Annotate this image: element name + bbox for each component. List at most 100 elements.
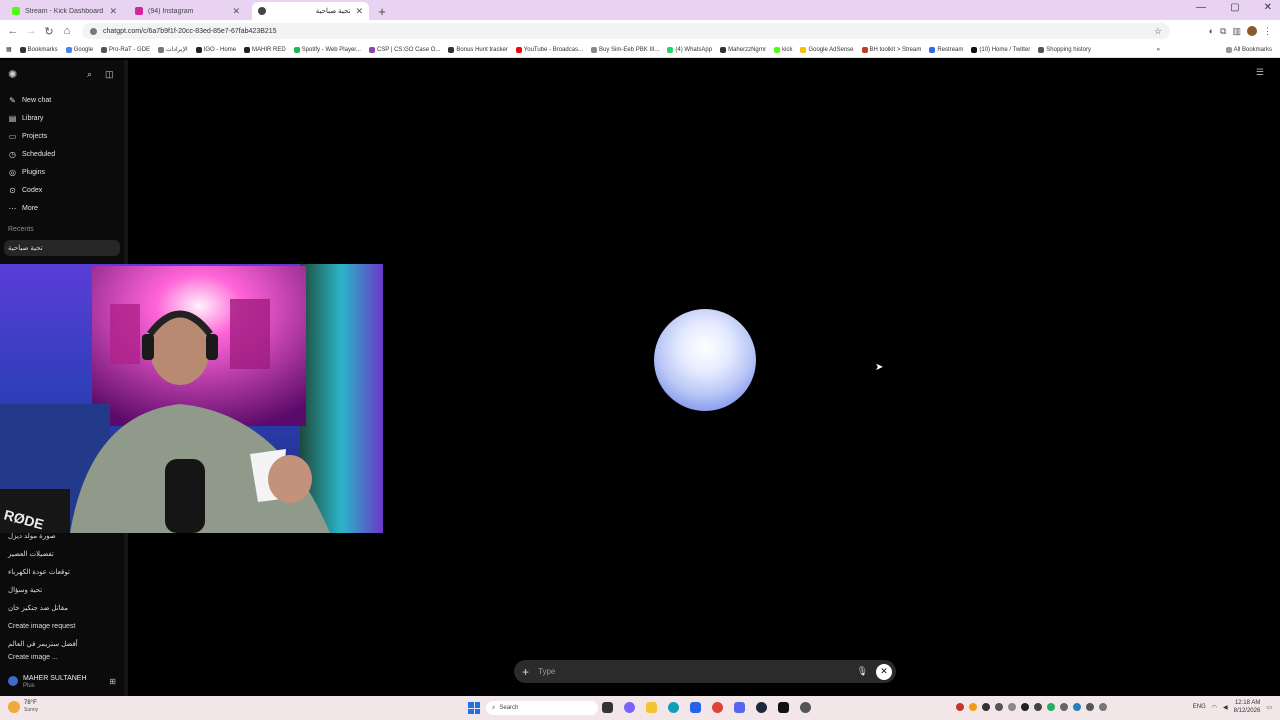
chat-item[interactable]: تفضيلات العصير [4, 546, 120, 562]
discord-icon[interactable] [734, 702, 745, 713]
bookmark-item[interactable]: CSP | CS:GO Case O... [367, 46, 442, 53]
sidebar-item-plugins[interactable]: ◎ Plugins [0, 164, 124, 180]
clock[interactable]: 12:18 AM 8/12/2026 [1234, 699, 1261, 715]
bookmark-item[interactable]: BH toolkit > Stream [860, 46, 924, 53]
bookmark-item[interactable]: (10) Home / Twitter [969, 46, 1032, 53]
sidebar-item-new-chat[interactable]: ✎ New chat [0, 92, 124, 108]
end-voice-button[interactable]: ✕ [876, 663, 892, 680]
mic-icon[interactable]: 🎙︎ [857, 666, 868, 677]
sidebar-toggle-icon[interactable]: ◫ [105, 69, 114, 80]
weather-widget[interactable]: 78°F Sunny [8, 700, 38, 713]
message-input[interactable] [538, 667, 857, 676]
tray-app-icon[interactable] [1073, 703, 1081, 711]
store-icon[interactable] [690, 702, 701, 713]
capcut-icon[interactable] [778, 702, 789, 713]
bookmark-item[interactable]: Restream [927, 46, 965, 53]
bookmark-star-icon[interactable]: ☆ [1154, 26, 1162, 37]
bookmark-item[interactable]: kick [772, 46, 794, 53]
address-bar[interactable]: chatgpt.com/c/6a7b9f1f-20cc-83ed-85e7-67… [82, 23, 1170, 39]
bookmark-item[interactable]: Google AdSense [798, 46, 855, 53]
home-icon[interactable]: ⌂ [58, 25, 76, 37]
bookmark-item[interactable]: Spotify - Web Player... [292, 46, 363, 53]
steam-icon[interactable] [756, 702, 767, 713]
invite-icon[interactable]: ⊞ [109, 677, 116, 686]
close-tab-icon[interactable]: ✕ [355, 6, 363, 17]
bookmark-item[interactable]: Pro-RaT - GDE [99, 46, 152, 53]
avatar [8, 676, 18, 686]
menu-icon[interactable]: ⋮ [1263, 26, 1272, 37]
reload-icon[interactable]: ↻ [40, 25, 58, 38]
profile-avatar[interactable] [1247, 26, 1257, 36]
chat-item[interactable]: تحية صباحية [4, 240, 120, 256]
tab-instagram[interactable]: (94) Instagram ✕ [129, 2, 246, 20]
file-explorer-icon[interactable] [646, 702, 657, 713]
taskbar-search[interactable]: ⌕ Search [486, 701, 598, 715]
bookmark-item[interactable]: Shopping history [1036, 46, 1093, 53]
sidebar-item-scheduled[interactable]: ◷ Scheduled [0, 146, 124, 162]
extensions-icon[interactable]: ⧉ [1220, 26, 1226, 37]
bookmark-item[interactable]: YouTube - Broadcas... [514, 46, 585, 53]
bookmark-item[interactable]: Bookmarks [18, 46, 60, 53]
notifications-icon[interactable]: ▭ [1266, 704, 1272, 711]
tab-kick[interactable]: Stream - Kick Dashboard ✕ [6, 2, 123, 20]
minimize-icon[interactable]: — [1196, 2, 1206, 13]
tray-app-icon[interactable] [1099, 703, 1107, 711]
audio-icon[interactable]: ◐ [1209, 26, 1214, 36]
back-icon[interactable]: ← [4, 25, 22, 37]
tray-app-icon[interactable] [1047, 703, 1055, 711]
bookmark-item[interactable]: Buy Sim-Eeb PBK III... [589, 46, 661, 53]
wifi-icon[interactable]: ◠ [1212, 704, 1217, 711]
chrome-icon[interactable] [712, 702, 723, 713]
chatgpt-app-icon[interactable] [800, 702, 811, 713]
bookmark-item[interactable]: IGO - Home [194, 46, 238, 53]
apps-icon[interactable]: ▦ [4, 46, 14, 53]
sidepanel-icon[interactable]: ▥ [1232, 26, 1241, 37]
task-view-icon[interactable] [602, 702, 613, 713]
bookmark-item[interactable]: (4) WhatsApp [665, 46, 714, 53]
maximize-icon[interactable]: ▢ [1230, 2, 1239, 13]
tray-app-icon[interactable] [1008, 703, 1016, 711]
start-button[interactable] [468, 702, 480, 714]
chat-item[interactable]: تحية وسؤال [4, 582, 120, 598]
copilot-icon[interactable] [624, 702, 635, 713]
sidebar-item-projects[interactable]: ▭ Projects [0, 128, 124, 144]
voice-settings-icon[interactable]: ☰ [1256, 67, 1264, 78]
bookmark-item[interactable]: Bonus Hunt tracker [446, 46, 509, 53]
search-icon[interactable]: ⌕ [87, 69, 92, 80]
chat-item[interactable]: Create image ... [4, 654, 120, 662]
sidebar-item-library[interactable]: ▤ Library [0, 110, 124, 126]
tray-app-icon[interactable] [995, 703, 1003, 711]
bookmark-item[interactable]: الإيرادات [156, 46, 190, 53]
site-info-icon[interactable] [90, 27, 97, 35]
chat-item[interactable]: توقعات عودة الكهرباء [4, 564, 120, 580]
user-profile[interactable]: MAHER SULTANEH Plus ⊞ [0, 668, 124, 694]
bookmark-item[interactable]: MAHIR RED [242, 46, 288, 53]
chat-item[interactable]: Create image request [4, 618, 120, 634]
forward-icon[interactable]: → [22, 25, 40, 37]
bookmark-item[interactable]: Google [64, 46, 95, 53]
language-indicator[interactable]: ENG [1193, 704, 1206, 710]
chat-item[interactable]: مقاتل ضد جنكيز خان [4, 600, 120, 616]
close-window-icon[interactable]: ✕ [1264, 2, 1272, 13]
close-tab-icon[interactable]: ✕ [232, 6, 240, 17]
tab-chatgpt[interactable]: تحية صباحية ✕ [252, 2, 369, 20]
edge-icon[interactable] [668, 702, 679, 713]
close-tab-icon[interactable]: ✕ [109, 6, 117, 17]
more-bookmarks-icon[interactable]: » [1155, 47, 1162, 53]
volume-icon[interactable]: ◀ [1223, 704, 1228, 711]
all-bookmarks[interactable]: All Bookmarks [1224, 46, 1280, 53]
chat-item[interactable]: أفضل ستريمر في العالم [4, 636, 120, 652]
tray-app-icon[interactable] [1060, 703, 1068, 711]
tray-app-icon[interactable] [1021, 703, 1029, 711]
tray-app-icon[interactable] [1086, 703, 1094, 711]
tray-app-icon[interactable] [969, 703, 977, 711]
sidebar-item-more[interactable]: ⋯ More [0, 200, 124, 216]
openai-logo-icon[interactable]: ✺ [8, 68, 17, 81]
plus-icon[interactable]: + [522, 665, 536, 679]
new-tab-button[interactable]: + [373, 2, 391, 20]
tray-app-icon[interactable] [1034, 703, 1042, 711]
sidebar-item-codex[interactable]: ⊙ Codex [0, 182, 124, 198]
tray-app-icon[interactable] [982, 703, 990, 711]
bookmark-item[interactable]: MaherzzNgrnr [718, 46, 768, 53]
tray-app-icon[interactable] [956, 703, 964, 711]
